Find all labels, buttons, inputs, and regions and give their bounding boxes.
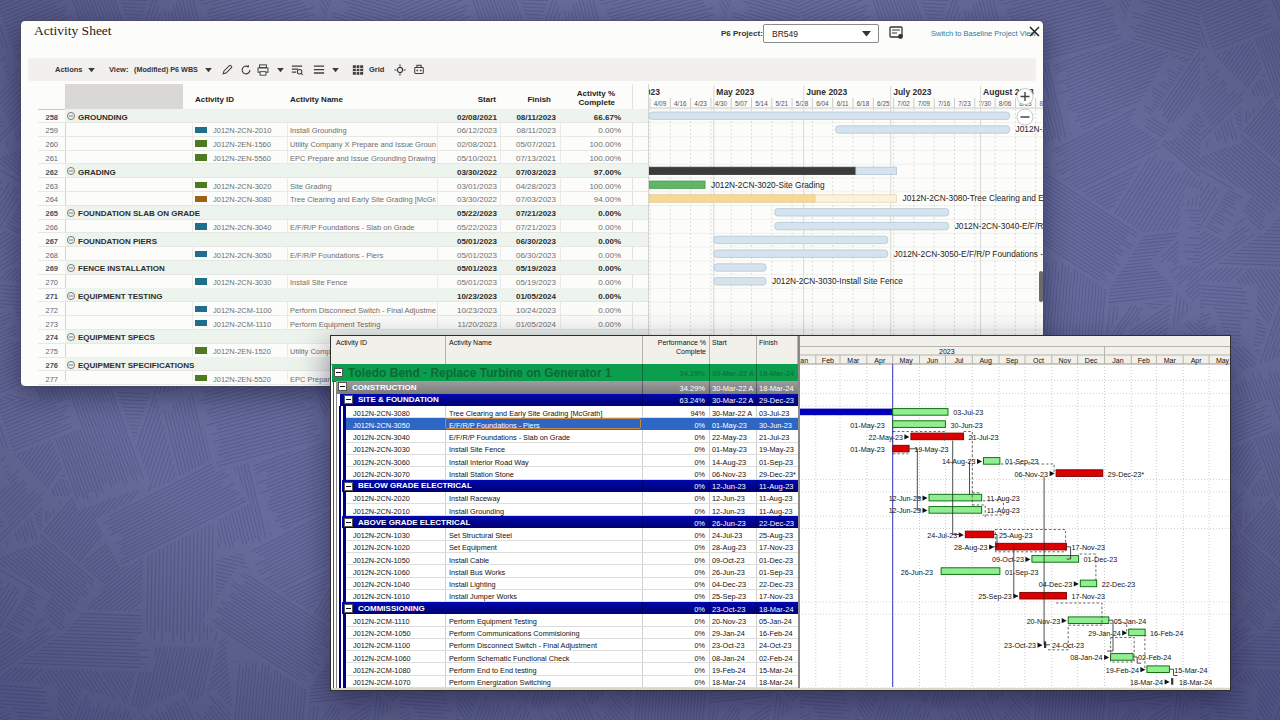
svg-text:2023: 2023 (939, 348, 955, 355)
svg-text:Aug: Aug (979, 357, 992, 365)
svg-text:11-Aug-23: 11-Aug-23 (987, 494, 1020, 503)
svg-text:Apr: Apr (874, 357, 886, 365)
svg-text:12-Jun-23: 12-Jun-23 (889, 494, 921, 503)
svg-text:6/11: 6/11 (837, 100, 849, 107)
svg-text:22-Dec-23: 22-Dec-23 (1102, 580, 1136, 589)
svg-text:20-Nov-23: 20-Nov-23 (1027, 617, 1061, 626)
svg-text:Mar: Mar (847, 357, 860, 364)
svg-text:25-Aug-23: 25-Aug-23 (999, 531, 1033, 540)
svg-text:J012N-2CN-3080-Tree Clearing a: J012N-2CN-3080-Tree Clearing and Early S… (903, 193, 1044, 203)
svg-text:5/21: 5/21 (776, 100, 789, 107)
svg-text:July 2023: July 2023 (893, 87, 932, 97)
svg-text:08-Jan-24: 08-Jan-24 (1070, 653, 1102, 662)
svg-text:May: May (1216, 357, 1230, 365)
svg-text:21-Jul-23: 21-Jul-23 (969, 433, 999, 442)
svg-text:29-Dec-23*: 29-Dec-23* (1108, 470, 1145, 479)
svg-text:01-Sep-23: 01-Sep-23 (1005, 457, 1039, 466)
svg-text:6/25: 6/25 (877, 100, 890, 107)
svg-text:05-Jan-24: 05-Jan-24 (1114, 617, 1146, 626)
svg-text:06-Nov-23: 06-Nov-23 (1015, 470, 1049, 479)
svg-text:23-Oct-23: 23-Oct-23 (1004, 641, 1036, 650)
svg-text:Dec: Dec (1085, 357, 1098, 364)
svg-text:J012N-2CN-3020-Site Grading: J012N-2CN-3020-Site Grading (711, 180, 825, 190)
svg-text:29-Jan-24: 29-Jan-24 (1088, 629, 1120, 638)
svg-text:18-Mar-24: 18-Mar-24 (1130, 678, 1163, 687)
svg-text:May 2023: May 2023 (716, 87, 754, 97)
svg-text:J012N-2CN-3040-E/F/R/P Foundat: J012N-2CN-3040-E/F/R/P Foundations - Sla (955, 221, 1043, 231)
svg-text:2023: 2023 (649, 87, 660, 97)
svg-text:J012N-2CN-3030-Install Site Fe: J012N-2CN-3030-Install Site Fence (772, 276, 903, 286)
svg-text:15-Mar-24: 15-Mar-24 (1174, 666, 1207, 675)
svg-text:J012N-2CN-3050-E/F/R/P Foundat: J012N-2CN-3050-E/F/R/P Foundations - Pi (894, 249, 1043, 259)
svg-text:Feb: Feb (822, 357, 834, 364)
svg-text:09-Oct-23: 09-Oct-23 (992, 555, 1024, 564)
svg-text:5/07: 5/07 (735, 100, 748, 107)
svg-text:7/16: 7/16 (938, 100, 951, 107)
svg-text:Jun: Jun (927, 357, 938, 364)
svg-text:5/14: 5/14 (755, 100, 768, 107)
svg-text:6/04: 6/04 (816, 100, 829, 107)
svg-text:J012N-2CN-2010-Install Groundi: J012N-2CN-2010-Install Grounding (1016, 124, 1043, 134)
svg-text:4/16: 4/16 (674, 100, 687, 107)
svg-text:6/18: 6/18 (857, 100, 870, 107)
svg-text:01-Sep-23: 01-Sep-23 (1005, 568, 1039, 577)
svg-text:5/28: 5/28 (796, 100, 809, 107)
svg-text:4/09: 4/09 (654, 100, 667, 107)
svg-text:8/06: 8/06 (999, 100, 1012, 107)
svg-text:17-Nov-23: 17-Nov-23 (1072, 592, 1106, 601)
svg-text:4/30: 4/30 (715, 100, 728, 107)
svg-text:Oct: Oct (1033, 357, 1044, 364)
svg-text:19-Feb-24: 19-Feb-24 (1106, 666, 1139, 675)
svg-text:Feb: Feb (1138, 357, 1150, 364)
svg-text:19-May-23: 19-May-23 (914, 445, 948, 454)
svg-text:01-May-23: 01-May-23 (850, 421, 884, 430)
svg-text:Sep: Sep (1006, 357, 1019, 365)
svg-text:03-Jul-23: 03-Jul-23 (953, 408, 983, 417)
svg-text:02-Feb-24: 02-Feb-24 (1138, 653, 1171, 662)
svg-text:22-May-23: 22-May-23 (869, 433, 903, 442)
svg-text:May: May (899, 357, 913, 365)
svg-text:Jul: Jul (954, 357, 963, 364)
svg-text:14-Aug-23: 14-Aug-23 (942, 457, 976, 466)
svg-text:7/09: 7/09 (918, 100, 931, 107)
svg-text:30-Jun-23: 30-Jun-23 (951, 421, 983, 430)
svg-text:28-Aug-23: 28-Aug-23 (954, 543, 988, 552)
svg-text:Apr: Apr (1191, 357, 1203, 365)
svg-text:Jan: Jan (799, 357, 808, 364)
svg-text:Mar: Mar (1164, 357, 1177, 364)
svg-text:01-May-23: 01-May-23 (850, 445, 884, 454)
svg-text:7/02: 7/02 (897, 100, 910, 107)
svg-text:4/23: 4/23 (694, 100, 707, 107)
svg-text:12-Jun-23: 12-Jun-23 (889, 506, 921, 515)
svg-text:Jan: Jan (1112, 357, 1123, 364)
svg-text:17-Nov-23: 17-Nov-23 (1072, 543, 1106, 552)
svg-text:Nov: Nov (1058, 357, 1071, 364)
svg-text:June 2023: June 2023 (806, 87, 847, 97)
svg-text:25-Sep-23: 25-Sep-23 (978, 592, 1012, 601)
svg-text:18-Mar-24: 18-Mar-24 (1179, 678, 1212, 687)
svg-text:01-Dec-23: 01-Dec-23 (1084, 555, 1118, 564)
svg-text:16-Feb-24: 16-Feb-24 (1150, 629, 1183, 638)
svg-text:7/23: 7/23 (958, 100, 971, 107)
svg-text:8/20: 8/20 (1039, 100, 1043, 107)
svg-text:26-Jun-23: 26-Jun-23 (901, 568, 933, 577)
